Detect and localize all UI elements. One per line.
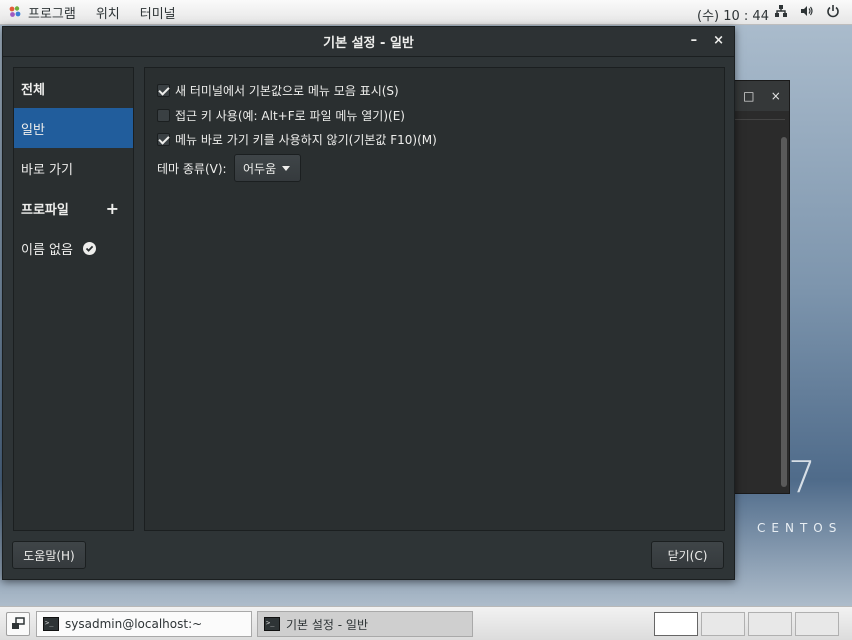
window-list-taskbar: sysadmin@localhost:~ 기본 설정 - 일반	[0, 606, 852, 640]
preferences-dialog: 기본 설정 - 일반 – × 전체 일반 바로 가기 프로파일 + 이름 없음	[2, 26, 735, 580]
menu-applications[interactable]: 프로그램	[28, 3, 76, 22]
dialog-title: 기본 설정 - 일반	[323, 36, 414, 51]
clock[interactable]: (수) 10 : 44	[697, 5, 769, 24]
sidebar-header-profiles: 프로파일 +	[14, 188, 133, 228]
gnome-foot-icon	[8, 5, 22, 19]
close-icon[interactable]: ×	[713, 33, 724, 48]
sidebar-item-label: 바로 가기	[21, 162, 73, 178]
applications-menu[interactable]: 프로그램	[8, 3, 96, 22]
minimize-icon[interactable]: –	[691, 33, 698, 48]
sidebar-item-general[interactable]: 일반	[14, 108, 133, 148]
close-icon[interactable]: ×	[771, 89, 781, 103]
workspace-1[interactable]	[654, 612, 698, 636]
checkbox-disable-f10[interactable]	[157, 133, 170, 146]
terminal-body	[735, 119, 785, 489]
sidebar-item-label: 일반	[21, 122, 45, 138]
power-icon[interactable]	[826, 4, 840, 18]
task-preferences[interactable]: 기본 설정 - 일반	[257, 611, 473, 637]
centos-brand: CENTOS	[757, 521, 843, 535]
theme-variant-dropdown[interactable]: 어두움	[234, 154, 301, 182]
workspace-4[interactable]	[795, 612, 839, 636]
menu-places[interactable]: 위치	[96, 3, 120, 22]
menu-terminal[interactable]: 터미널	[140, 3, 176, 22]
terminal-icon	[264, 617, 280, 631]
option-mnemonics[interactable]: 접근 키 사용(예: Alt+F로 파일 메뉴 열기)(E)	[157, 107, 405, 124]
option-label: 접근 키 사용(예: Alt+F로 파일 메뉴 열기)(E)	[175, 109, 405, 123]
task-label: 기본 설정 - 일반	[286, 617, 369, 632]
default-check-icon	[82, 241, 96, 255]
workspace-3[interactable]	[748, 612, 792, 636]
workspace-2[interactable]	[701, 612, 745, 636]
sidebar-header-label: 프로파일	[21, 202, 69, 218]
checkbox-show-menubar[interactable]	[157, 84, 170, 97]
close-button[interactable]: 닫기(C)	[651, 541, 724, 569]
network-icon[interactable]	[774, 4, 788, 18]
task-terminal[interactable]: sysadmin@localhost:~	[36, 611, 252, 637]
centos-version-mark: 7	[788, 452, 816, 503]
maximize-icon[interactable]: □	[743, 89, 754, 103]
sidebar: 전체 일반 바로 가기 프로파일 + 이름 없음	[13, 67, 134, 531]
option-label: 메뉴 바로 가기 키를 사용하지 않기(기본값 F10)(M)	[175, 133, 437, 147]
sidebar-header-global: 전체	[14, 68, 133, 108]
help-button[interactable]: 도움말(H)	[12, 541, 86, 569]
sidebar-item-label: 이름 없음	[21, 242, 73, 258]
option-label: 새 터미널에서 기본값으로 메뉴 모음 표시(S)	[175, 84, 399, 98]
sidebar-item-shortcuts[interactable]: 바로 가기	[14, 148, 133, 188]
task-label: sysadmin@localhost:~	[65, 617, 203, 631]
sidebar-item-profile-unnamed[interactable]: 이름 없음	[14, 228, 133, 268]
general-settings-panel: 새 터미널에서 기본값으로 메뉴 모음 표시(S) 접근 키 사용(예: Alt…	[144, 67, 725, 531]
add-profile-button[interactable]: +	[106, 199, 119, 218]
option-show-menubar[interactable]: 새 터미널에서 기본값으로 메뉴 모음 표시(S)	[157, 82, 399, 99]
terminal-scrollbar[interactable]	[781, 137, 787, 487]
checkbox-mnemonics[interactable]	[157, 109, 170, 122]
show-desktop-button[interactable]	[6, 612, 30, 636]
sidebar-header-label: 전체	[21, 82, 45, 98]
dialog-titlebar[interactable]: 기본 설정 - 일반 – ×	[3, 27, 734, 57]
theme-variant-label: 테마 종류(V):	[157, 162, 227, 176]
top-bar: 프로그램 위치 터미널 (수) 10 : 44	[0, 0, 852, 25]
chevron-down-icon	[282, 165, 291, 171]
option-disable-f10[interactable]: 메뉴 바로 가기 키를 사용하지 않기(기본값 F10)(M)	[157, 131, 437, 148]
terminal-icon	[43, 617, 59, 631]
theme-variant-value: 어두움	[243, 161, 277, 176]
system-tray[interactable]	[774, 4, 840, 18]
volume-icon[interactable]	[800, 4, 814, 18]
background-terminal-window[interactable]: □ ×	[730, 80, 790, 494]
background-window-titlebar: □ ×	[731, 81, 789, 111]
